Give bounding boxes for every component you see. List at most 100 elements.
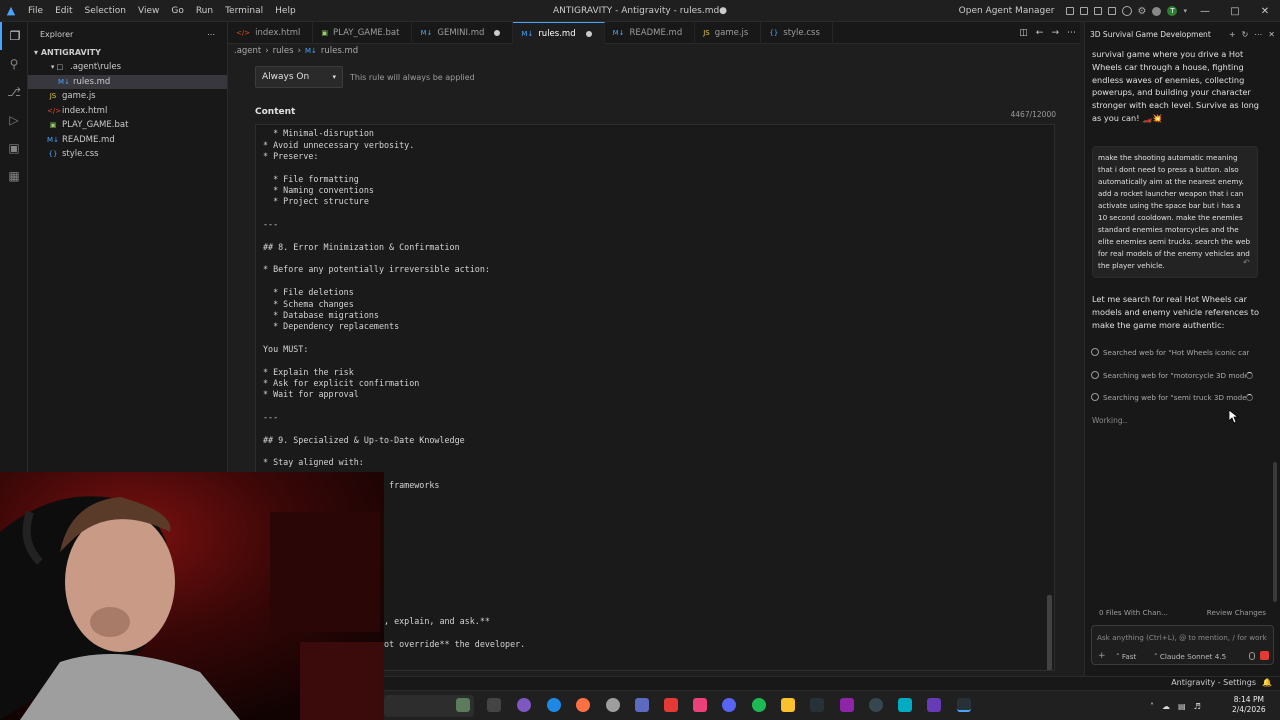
menu-view[interactable]: View xyxy=(132,0,165,22)
web-search-step[interactable]: Searching web for "motorcycle 3D model xyxy=(1091,369,1253,381)
editor-tab[interactable]: {} style.css xyxy=(761,22,833,44)
close-icon[interactable]: ✕ xyxy=(1268,30,1275,39)
open-agent-manager-button[interactable]: Open Agent Manager xyxy=(959,6,1055,16)
web-search-step[interactable]: Searching web for "semi truck 3D model xyxy=(1091,391,1253,403)
editor-tab[interactable]: M↓ README.md xyxy=(605,22,696,44)
microphone-icon[interactable] xyxy=(1249,652,1255,660)
discord-icon[interactable] xyxy=(722,698,736,712)
chat-scrollbar[interactable] xyxy=(1273,462,1277,602)
breadcrumb-item[interactable]: rules.md xyxy=(321,46,358,56)
file-tree-item[interactable]: M↓ README.md xyxy=(28,133,227,148)
code-line: * Before any potentially irreversible ac… xyxy=(263,264,490,275)
menu-selection[interactable]: Selection xyxy=(79,0,132,22)
chat-input[interactable] xyxy=(1097,630,1267,644)
extensions-icon[interactable]: ▦ xyxy=(0,162,28,190)
notifications-bell-icon[interactable]: 🔔 xyxy=(1262,678,1272,687)
antigravity-taskbar-icon[interactable] xyxy=(957,698,971,712)
run-debug-icon[interactable]: ▷ xyxy=(0,106,28,134)
firefox-icon[interactable] xyxy=(576,698,590,712)
screen: { "window": {"title": "ANTIGRAVITY - Ant… xyxy=(0,0,1280,720)
file-tree-item[interactable]: JS game.js xyxy=(28,89,227,104)
unsaved-dot-icon[interactable] xyxy=(494,30,501,36)
remote-explorer-icon[interactable]: ▣ xyxy=(0,134,28,162)
file-tree-item[interactable]: {} style.css xyxy=(28,147,227,162)
mode-select[interactable]: ˄ Fast xyxy=(1116,652,1136,661)
avatar[interactable]: T xyxy=(1167,6,1178,16)
menu-edit[interactable]: Edit xyxy=(49,0,78,22)
file-explorer-icon[interactable] xyxy=(781,698,795,712)
split-editor-icon[interactable]: ◫ xyxy=(1019,28,1028,38)
unsaved-dot-icon[interactable] xyxy=(585,30,592,37)
extensions-icon[interactable] xyxy=(1152,6,1162,16)
workspace-root[interactable]: ▾ ANTIGRAVITY xyxy=(28,46,227,60)
new-chat-icon[interactable]: + xyxy=(1229,30,1236,39)
stop-button[interactable] xyxy=(1260,651,1269,660)
undo-icon[interactable]: ↶ xyxy=(1243,258,1250,267)
clock[interactable]: 8:14 PM 2/4/2026 xyxy=(1232,695,1266,715)
maximize-button[interactable]: □ xyxy=(1220,6,1250,17)
menu-go[interactable]: Go xyxy=(165,0,189,22)
copilot-icon[interactable] xyxy=(517,698,531,712)
fx-app-icon[interactable] xyxy=(927,698,941,712)
app-icon[interactable] xyxy=(664,698,678,712)
file-tree-item[interactable]: ▾ □ .agent\rules xyxy=(28,60,227,75)
file-tree-item[interactable]: M↓ rules.md xyxy=(28,74,227,89)
close-button[interactable]: ✕ xyxy=(1250,6,1280,17)
editor-tab[interactable]: </> index.html xyxy=(228,22,314,44)
file-tree-item[interactable]: </> index.html xyxy=(28,104,227,119)
music-icon[interactable] xyxy=(693,698,707,712)
edge-browser-icon[interactable] xyxy=(547,698,561,712)
review-changes-button[interactable]: Review Changes xyxy=(1207,608,1266,617)
widgets-icon[interactable] xyxy=(456,698,470,712)
more-actions-icon[interactable]: ⋯ xyxy=(207,30,215,39)
layout-panel-icon[interactable] xyxy=(1093,7,1102,15)
chevron-up-icon[interactable]: ˄ xyxy=(1150,702,1154,711)
editor-tab[interactable]: M↓ GEMINI.md xyxy=(412,22,514,44)
editor-tab[interactable]: JS game.js xyxy=(695,22,762,44)
app-icon[interactable] xyxy=(606,698,620,712)
volume-icon[interactable]: ♬ xyxy=(1194,702,1201,711)
explorer-files-icon[interactable]: ❐ xyxy=(0,22,28,50)
file-tree-item[interactable]: ▣ PLAY_GAME.bat xyxy=(28,118,227,133)
app-icon[interactable] xyxy=(898,698,912,712)
app-icon[interactable] xyxy=(869,698,883,712)
search-icon[interactable]: ⚲ xyxy=(0,50,28,78)
spotify-icon[interactable] xyxy=(752,698,766,712)
layout-sidebar-left-icon[interactable] xyxy=(1065,7,1074,15)
add-context-icon[interactable]: + xyxy=(1098,651,1106,661)
tab-label: style.css xyxy=(783,28,820,38)
model-select[interactable]: ˄ Claude Sonnet 4.5 xyxy=(1154,652,1226,661)
layout-editor-icon[interactable] xyxy=(1079,7,1088,15)
task-view-icon[interactable] xyxy=(487,698,501,712)
app-icon[interactable] xyxy=(840,698,854,712)
source-control-icon[interactable]: ⎇ xyxy=(0,78,28,106)
breadcrumb-item[interactable]: .agent xyxy=(234,46,261,56)
files-changed-label[interactable]: 0 Files With Chan... xyxy=(1099,608,1168,617)
editor-tab[interactable]: ▣ PLAY_GAME.bat xyxy=(313,22,413,44)
more-actions-icon[interactable]: ⋯ xyxy=(1067,28,1076,38)
scrollbar-thumb[interactable] xyxy=(1047,595,1052,670)
steam-icon[interactable] xyxy=(810,698,824,712)
settings-gear-icon[interactable]: ⚙ xyxy=(1138,6,1147,17)
editor-tab[interactable]: M↓ rules.md xyxy=(513,22,605,44)
chevron-down-icon[interactable]: ▾ xyxy=(1183,7,1187,15)
go-forward-icon[interactable]: → xyxy=(1051,28,1059,38)
history-icon[interactable]: ↻ xyxy=(1242,30,1249,39)
breadcrumb-item[interactable]: rules xyxy=(273,46,294,56)
go-back-icon[interactable]: ← xyxy=(1036,28,1044,38)
layout-sidebar-right-icon[interactable] xyxy=(1107,7,1116,15)
rule-activation-select[interactable]: Always On ▾ xyxy=(255,66,343,88)
menu-terminal[interactable]: Terminal xyxy=(219,0,269,22)
app-icon[interactable] xyxy=(635,698,649,712)
menu-help[interactable]: Help xyxy=(269,0,302,22)
more-actions-icon[interactable]: ⋯ xyxy=(1254,30,1262,39)
minimize-button[interactable]: — xyxy=(1190,6,1220,17)
network-icon[interactable]: ▤ xyxy=(1178,702,1186,711)
onedrive-icon[interactable]: ☁ xyxy=(1162,702,1170,711)
menu-run[interactable]: Run xyxy=(190,0,219,22)
web-search-step[interactable]: Searched web for "Hot Wheels iconic car xyxy=(1091,346,1253,358)
search-icon[interactable] xyxy=(1121,6,1132,16)
status-item[interactable]: Antigravity - Settings xyxy=(1171,678,1256,687)
menu-file[interactable]: File xyxy=(22,0,49,22)
